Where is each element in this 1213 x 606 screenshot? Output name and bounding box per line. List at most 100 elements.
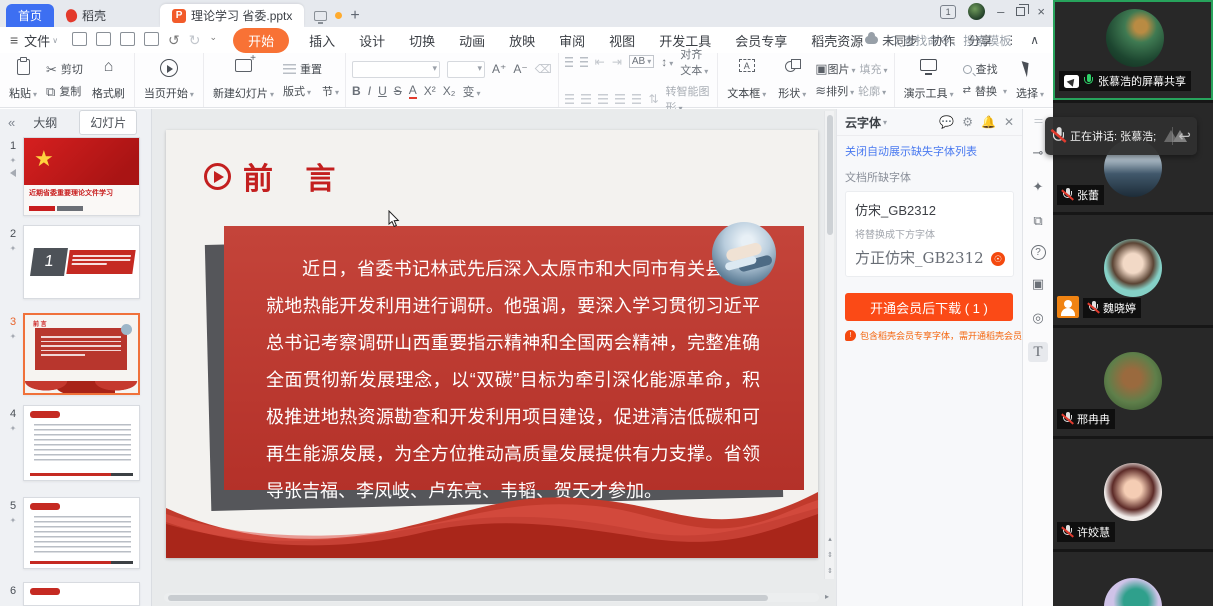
drag-handle-icon[interactable]: ＝ [1033, 113, 1043, 129]
align-center-icon[interactable] [581, 94, 591, 104]
outdent-icon[interactable]: ⇤ [595, 55, 605, 69]
missing-font-card[interactable]: 仿宋_GB2312 将替换成下方字体 方正仿宋_GB2312 ☉ [845, 191, 1014, 277]
bullets-icon[interactable] [565, 57, 573, 67]
menu-slideshow[interactable]: 放映 [509, 31, 535, 50]
preview-icon[interactable] [144, 32, 159, 46]
line-spacing-icon[interactable]: ↕▾ [661, 55, 673, 69]
bell-icon[interactable]: 🔔 [981, 115, 996, 129]
scroll-up-icon[interactable]: ▴ [825, 535, 835, 543]
textbox-button[interactable]: A文本框▾ [724, 57, 769, 103]
video-tile[interactable] [1053, 552, 1213, 606]
split-prev-icon[interactable]: ⇕ [825, 551, 835, 559]
slide-thumbnail-3-selected[interactable]: 前 言 [23, 313, 140, 395]
format-painter-button[interactable]: ⌂格式刷 [89, 57, 128, 103]
hscroll-thumb[interactable] [168, 595, 768, 601]
slide-title[interactable]: 前 言 [243, 154, 347, 198]
help-icon[interactable]: ? [1031, 245, 1046, 260]
row-spacing-icon[interactable]: ⇅ [648, 92, 658, 106]
increase-font-icon[interactable]: A⁺ [492, 62, 506, 76]
save-icon[interactable] [72, 32, 87, 46]
slide-thumbnail-5[interactable] [23, 497, 140, 569]
comment-icon[interactable]: 💬 [939, 115, 954, 129]
align-right-icon[interactable] [598, 94, 608, 104]
reset-button[interactable]: 重置 [283, 61, 339, 77]
gear-icon[interactable]: ⚙ [962, 115, 973, 129]
print-icon[interactable] [120, 32, 135, 46]
video-tile-sharing[interactable]: 张慕浩的屏幕共享 [1053, 0, 1213, 100]
download-after-member-button[interactable]: 开通会员后下载 ( 1 ) [845, 293, 1013, 321]
font-color-button[interactable]: A [409, 83, 417, 99]
collapse-ribbon-icon[interactable]: ∧ [1030, 33, 1039, 47]
align-left-icon[interactable] [565, 94, 575, 104]
restore-button[interactable] [1016, 7, 1025, 16]
font-name-combo[interactable] [352, 61, 440, 78]
superscript-button[interactable]: X² [424, 84, 436, 98]
slide-canvas[interactable]: 前 言 近日，省委书记林武先后深入太原市和大同市有关县区，就地热能开发利用进行调… [166, 130, 818, 558]
editing-canvas[interactable]: 前 言 近日，省委书记林武先后深入太原市和大同市有关县区，就地热能开发利用进行调… [152, 109, 836, 606]
share-button[interactable]: 分享 [968, 32, 992, 49]
subscript-button[interactable]: X₂ [443, 84, 456, 98]
undo-icon[interactable]: ↺ [168, 32, 180, 49]
replace-button[interactable]: ⇄替换▾ [963, 83, 1007, 99]
collapse-panel-button[interactable]: « [8, 115, 15, 130]
outline-button[interactable]: 轮廓▾ [858, 83, 886, 99]
presentation-monitor-icon[interactable] [314, 11, 327, 21]
close-button[interactable]: × [1037, 4, 1045, 19]
slide-thumbnail-6[interactable] [23, 582, 140, 606]
arrange-button[interactable]: ≋排列▾ [815, 83, 854, 99]
picture-button[interactable]: ▣图片▾ [815, 61, 855, 77]
find-button[interactable]: 查找 [963, 61, 1007, 77]
text-effect-button[interactable]: 变▾ [462, 83, 480, 100]
more-icon[interactable]: ⋮ [1005, 33, 1017, 47]
select-button[interactable]: 选择▾ [1013, 57, 1047, 103]
layers-icon[interactable]: ⧉ [1028, 211, 1048, 231]
collab-button[interactable]: 协作 [931, 32, 955, 49]
vscroll-thumb[interactable] [827, 115, 833, 235]
menu-animation[interactable]: 动画 [459, 31, 485, 50]
hamburger-icon[interactable]: ≡ [10, 32, 18, 48]
minimize-button[interactable]: – [997, 4, 1004, 19]
customize-quickbar-icon[interactable]: ⌄ [210, 32, 218, 49]
close-panel-icon[interactable]: ✕ [1004, 115, 1014, 129]
horizontal-scrollbar[interactable]: ▸ [164, 593, 819, 602]
section-button[interactable]: 节▾ [322, 83, 339, 99]
present-tools-button[interactable]: 演示工具▾ [901, 57, 957, 103]
fill-button[interactable]: 填充▾ [860, 61, 888, 77]
text-direction-button[interactable]: AB▾ [629, 55, 654, 68]
tab-document[interactable]: P理论学习 省委.pptx [160, 4, 304, 27]
video-tile[interactable]: 许姣慧 [1053, 439, 1213, 549]
scroll-right-icon[interactable]: ▸ [825, 592, 829, 601]
indent-icon[interactable]: ⇥ [612, 55, 622, 69]
menu-file[interactable]: 文件 [24, 31, 50, 50]
paste-button[interactable]: 粘贴▾ [6, 57, 40, 103]
menu-design[interactable]: 设计 [359, 31, 385, 50]
image-tool-icon[interactable]: ▣ [1028, 274, 1048, 294]
video-tile[interactable]: 邢冉冉 [1053, 328, 1213, 436]
vertical-scrollbar[interactable]: ▴ ⇕ ⇕ [824, 111, 834, 579]
video-tile[interactable]: 魏晓婷 [1053, 215, 1213, 325]
align-text-button[interactable]: 对齐文本▾ [680, 46, 711, 78]
font-size-combo[interactable] [447, 61, 485, 78]
effects-icon[interactable]: ◎ [1028, 308, 1048, 328]
italic-button[interactable]: I [368, 84, 371, 98]
tab-docer[interactable]: 稻壳 [54, 4, 118, 27]
menu-home-active[interactable]: 开始 [233, 28, 289, 53]
sync-status[interactable]: 未同步 [865, 32, 918, 49]
text-tool-icon[interactable]: T [1028, 342, 1048, 362]
account-avatar[interactable] [968, 3, 985, 20]
new-tab-button[interactable]: + [350, 8, 359, 24]
clear-format-icon[interactable]: ⌫ [535, 62, 552, 76]
strike-button[interactable]: S [394, 84, 402, 98]
redo-icon[interactable]: ↻ [189, 32, 201, 49]
justify-icon[interactable] [615, 94, 625, 104]
play-current-button[interactable]: 当页开始▾ [141, 57, 197, 103]
menu-member[interactable]: 会员专享 [735, 31, 787, 50]
cut-button[interactable]: ✂剪切 [46, 61, 83, 77]
disable-autoshow-link[interactable]: 关闭自动展示缺失字体列表 [837, 136, 1022, 161]
split-next-icon[interactable]: ⇕ [825, 567, 835, 575]
layout-button[interactable]: 版式▾ [283, 83, 311, 99]
workspace-icon[interactable]: 1 [940, 5, 956, 19]
decrease-font-icon[interactable]: A⁻ [513, 62, 527, 76]
tab-home[interactable]: 首页 [6, 4, 54, 27]
slide-thumbnail-4[interactable] [23, 405, 140, 481]
